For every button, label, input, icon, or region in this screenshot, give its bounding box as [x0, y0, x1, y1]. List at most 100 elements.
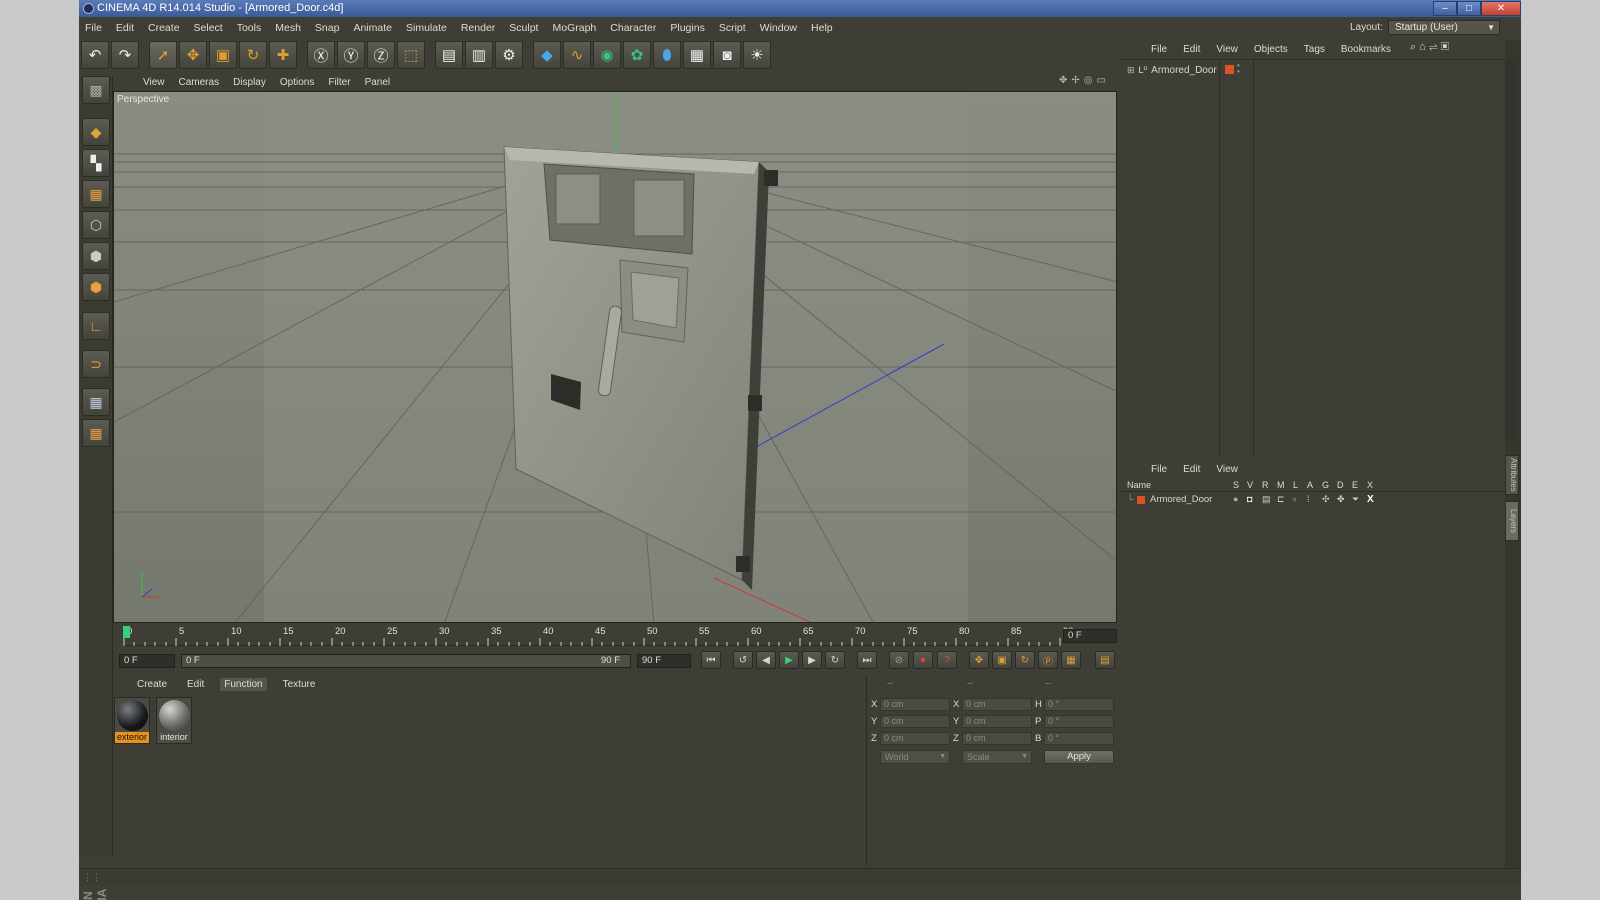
- expand-icon[interactable]: ⊞: [1127, 65, 1135, 76]
- layers-tab[interactable]: Layers: [1505, 501, 1519, 541]
- menu-select[interactable]: Select: [194, 22, 223, 34]
- size-x-field[interactable]: 0 cm: [962, 698, 1032, 711]
- eye-icon[interactable]: ◘: [1247, 494, 1252, 504]
- viewport-menu-filter[interactable]: Filter: [328, 77, 350, 88]
- add-object-button[interactable]: ✚: [269, 41, 297, 69]
- om-menu-file[interactable]: File: [1151, 44, 1167, 55]
- maximize-button[interactable]: □: [1457, 1, 1481, 16]
- key-parameter-button[interactable]: Ⓟ: [1038, 651, 1058, 669]
- menu-render[interactable]: Render: [461, 22, 495, 34]
- attributes-tab[interactable]: Attributes: [1505, 455, 1519, 495]
- om-menu-view[interactable]: View: [1216, 44, 1238, 55]
- scale-mode-dropdown[interactable]: Scale ▼: [962, 750, 1032, 764]
- menu-help[interactable]: Help: [811, 22, 833, 34]
- texture-mode-button[interactable]: ▚: [82, 149, 110, 177]
- layer-color-swatch[interactable]: [1137, 496, 1145, 504]
- orbit-icon[interactable]: ◎: [1084, 75, 1097, 86]
- lm-menu-edit[interactable]: Edit: [1183, 464, 1200, 475]
- minimize-button[interactable]: –: [1433, 1, 1457, 16]
- go-to-end-button[interactable]: ⏭: [857, 651, 877, 669]
- camera-button[interactable]: ◙: [713, 41, 741, 69]
- size-y-field[interactable]: 0 cm: [962, 715, 1032, 728]
- search-icon[interactable]: ⌕: [1410, 41, 1419, 53]
- record-active-button[interactable]: ⊘: [889, 651, 909, 669]
- menu-mesh[interactable]: Mesh: [275, 22, 301, 34]
- keyframe-selection-button[interactable]: ?: [937, 651, 957, 669]
- render-view-button[interactable]: ▤: [435, 41, 463, 69]
- start-frame-field[interactable]: 0 F: [119, 654, 175, 668]
- menu-window[interactable]: Window: [760, 22, 797, 34]
- animation-toggle-icon[interactable]: ⁞: [1307, 494, 1310, 504]
- prev-key-button[interactable]: ↺: [733, 651, 753, 669]
- autokey-button[interactable]: ⏺: [913, 651, 933, 669]
- axis-mode-button[interactable]: ∟: [82, 312, 110, 340]
- position-x-field[interactable]: 0 cm: [880, 698, 950, 711]
- viewport-menu-view[interactable]: View: [143, 77, 165, 88]
- deformer-toggle-icon[interactable]: ✤: [1337, 494, 1345, 505]
- viewport-menu-options[interactable]: Options: [280, 77, 314, 88]
- position-y-field[interactable]: 0 cm: [880, 715, 950, 728]
- prev-frame-button[interactable]: ◀: [756, 651, 776, 669]
- layer-color-tag[interactable]: [1225, 65, 1234, 74]
- expression-toggle-icon[interactable]: ⏷: [1352, 494, 1359, 505]
- coordinate-space-dropdown[interactable]: World ▼: [880, 750, 950, 764]
- frame-range-slider[interactable]: 0 F 90 F: [181, 654, 631, 668]
- snap-button[interactable]: ⊃: [82, 350, 110, 378]
- menu-script[interactable]: Script: [719, 22, 746, 34]
- key-scale-button[interactable]: ▣: [992, 651, 1012, 669]
- points-mode-button[interactable]: ⬡: [82, 211, 110, 239]
- model-mode-button[interactable]: ◆: [82, 118, 110, 146]
- z-axis-button[interactable]: Ⓩ: [367, 41, 395, 69]
- layer-row-armored-door[interactable]: └ Armored_Door ● ◘ ▤ ⊏ ▫ ⁞ ✣ ✤ ⏷ X: [1121, 494, 1505, 507]
- rotation-p-field[interactable]: 0 °: [1044, 715, 1114, 728]
- om-menu-bookmarks[interactable]: Bookmarks: [1341, 44, 1391, 55]
- undo-button[interactable]: ↶: [81, 41, 109, 69]
- layout-dropdown[interactable]: Startup (User) ▼: [1388, 20, 1500, 35]
- key-rotation-button[interactable]: ↻: [1015, 651, 1035, 669]
- material-exterior[interactable]: exterior: [114, 697, 150, 744]
- planar-workplane-button[interactable]: ▦: [82, 419, 110, 447]
- menu-plugins[interactable]: Plugins: [670, 22, 704, 34]
- timeline-track[interactable]: [123, 638, 1061, 646]
- play-button[interactable]: ▶: [779, 651, 799, 669]
- material-menu-function[interactable]: Function: [220, 677, 267, 691]
- generator-toggle-icon[interactable]: ✣: [1322, 494, 1330, 505]
- make-editable-button[interactable]: ▩: [82, 76, 110, 104]
- edges-mode-button[interactable]: ⬢: [82, 242, 110, 270]
- lock-icon[interactable]: ▫: [1293, 494, 1296, 504]
- redo-button[interactable]: ↷: [111, 41, 139, 69]
- material-menu-create[interactable]: Create: [133, 678, 171, 691]
- x-axis-button[interactable]: Ⓧ: [307, 41, 335, 69]
- render-picture-viewer-button[interactable]: ▥: [465, 41, 493, 69]
- rotation-b-field[interactable]: 0 °: [1044, 732, 1114, 745]
- menu-snap[interactable]: Snap: [315, 22, 340, 34]
- visibility-dots-icon[interactable]: • •: [1237, 62, 1240, 76]
- perspective-viewport[interactable]: Perspective: [113, 91, 1117, 623]
- scale-tool-button[interactable]: ▣: [209, 41, 237, 69]
- lm-menu-view[interactable]: View: [1216, 464, 1238, 475]
- go-to-start-button[interactable]: ⏮: [701, 651, 721, 669]
- coordinate-system-button[interactable]: ⬚: [397, 41, 425, 69]
- material-menu-texture[interactable]: Texture: [279, 678, 320, 691]
- key-position-button[interactable]: ✥: [969, 651, 989, 669]
- object-row-armored-door[interactable]: ⊞ L⁰ Armored_Door: [1127, 64, 1217, 76]
- new-window-icon[interactable]: ▣: [1441, 41, 1452, 53]
- workplane-lock-button[interactable]: ▦: [82, 388, 110, 416]
- om-menu-edit[interactable]: Edit: [1183, 44, 1200, 55]
- workplane-mode-button[interactable]: ▦: [82, 180, 110, 208]
- menu-edit[interactable]: Edit: [116, 22, 134, 34]
- render-toggle-icon[interactable]: ▤: [1262, 494, 1271, 505]
- apply-button[interactable]: Apply: [1044, 750, 1114, 764]
- solo-toggle-icon[interactable]: ●: [1233, 494, 1238, 504]
- end-frame-field[interactable]: 90 F: [637, 654, 691, 668]
- nurbs-button[interactable]: ◉: [593, 41, 621, 69]
- menu-simulate[interactable]: Simulate: [406, 22, 447, 34]
- timeline-window-button[interactable]: ▤: [1095, 651, 1115, 669]
- om-menu-objects[interactable]: Objects: [1254, 44, 1288, 55]
- y-axis-button[interactable]: Ⓨ: [337, 41, 365, 69]
- maximize-view-icon[interactable]: ▭: [1097, 75, 1110, 86]
- array-button[interactable]: ✿: [623, 41, 651, 69]
- current-frame-field[interactable]: 0 F: [1063, 629, 1117, 643]
- next-frame-button[interactable]: ▶: [802, 651, 822, 669]
- xref-toggle-icon[interactable]: X: [1367, 494, 1374, 505]
